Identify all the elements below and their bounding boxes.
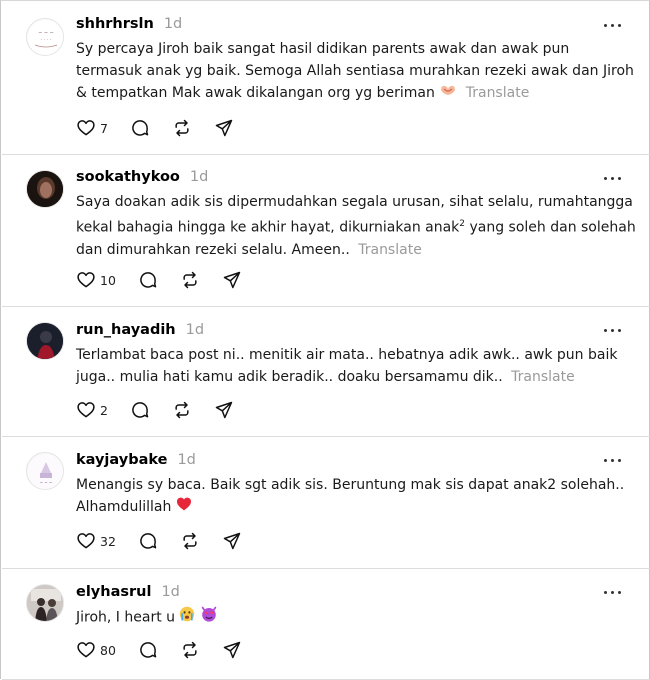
- like-count: 32: [100, 533, 116, 549]
- send-paper-plane-icon: [223, 271, 241, 289]
- reply-button[interactable]: [138, 640, 158, 660]
- avatar[interactable]: [26, 584, 64, 622]
- svg-text:· · · ·: · · · ·: [40, 37, 52, 43]
- like-button[interactable]: 80: [76, 640, 116, 660]
- svg-text:~ ~ ~: ~ ~ ~: [38, 30, 54, 36]
- post-time: 1d: [163, 16, 183, 32]
- translate-link[interactable]: Translate: [511, 369, 575, 385]
- username-text[interactable]: shhrhrsln: [76, 16, 154, 32]
- heart-outline-icon: [77, 120, 95, 136]
- reply-button[interactable]: [130, 118, 150, 138]
- reply-button[interactable]: [138, 270, 158, 290]
- comment-text: Sy percaya Jiroh baik sangat hasil didik…: [76, 38, 636, 104]
- translate-link[interactable]: Translate: [466, 85, 530, 101]
- red-heart-emoji: [176, 496, 192, 518]
- username-text[interactable]: sookathykoo: [76, 169, 180, 185]
- comment-bubble-icon: [140, 533, 157, 549]
- reply-button[interactable]: [138, 531, 158, 551]
- username[interactable]: shhrhrsln 1d: [76, 16, 182, 32]
- more-options-icon[interactable]: [604, 23, 622, 29]
- like-count: 80: [100, 642, 116, 658]
- heart-outline-icon: [77, 642, 95, 658]
- like-button[interactable]: 2: [76, 400, 108, 420]
- comment-text: Jiroh, I heart u: [76, 606, 636, 629]
- like-button[interactable]: 10: [76, 270, 116, 290]
- username[interactable]: kayjaybake 1d: [76, 452, 196, 468]
- repost-arrows-icon: [183, 271, 197, 289]
- share-button[interactable]: [222, 270, 242, 290]
- reply-button[interactable]: [130, 400, 150, 420]
- comment-bubble-icon: [132, 402, 149, 418]
- send-paper-plane-icon: [223, 641, 241, 659]
- comment-post: sookathykoo 1d Saya doakan adik sis diper…: [2, 155, 650, 307]
- crying-face-emoji: [179, 606, 195, 629]
- more-options-icon[interactable]: [604, 458, 622, 464]
- repost-arrows-icon: [183, 532, 197, 550]
- heart-outline-icon: [77, 533, 95, 549]
- share-button[interactable]: [222, 531, 242, 551]
- avatar[interactable]: [26, 322, 64, 360]
- avatar[interactable]: ~ ~ ~: [26, 452, 64, 490]
- post-time: 1d: [177, 452, 196, 468]
- action-bar: 10: [76, 269, 264, 291]
- share-button[interactable]: [214, 400, 234, 420]
- comment-bubble-icon: [140, 272, 157, 288]
- repost-button[interactable]: [180, 531, 200, 551]
- repost-button[interactable]: [172, 400, 192, 420]
- action-bar: 2: [76, 399, 256, 421]
- post-time: 1d: [185, 322, 205, 338]
- username-text[interactable]: run_hayadih: [76, 322, 176, 338]
- like-button[interactable]: 32: [76, 531, 116, 551]
- heart-hands-emoji: [439, 82, 457, 104]
- more-options-icon[interactable]: [604, 176, 622, 182]
- post-time: 1d: [161, 584, 180, 600]
- repost-button[interactable]: [172, 118, 192, 138]
- repost-arrows-icon: [175, 119, 189, 137]
- like-count: 10: [100, 272, 116, 288]
- send-paper-plane-icon: [215, 401, 233, 419]
- comment-bubble-icon: [140, 642, 157, 658]
- repost-button[interactable]: [180, 270, 200, 290]
- action-bar: 7: [76, 117, 256, 139]
- username[interactable]: run_hayadih 1d: [76, 322, 204, 338]
- share-button[interactable]: [214, 118, 234, 138]
- like-count: 2: [100, 402, 108, 418]
- username[interactable]: sookathykoo 1d: [76, 169, 208, 185]
- send-paper-plane-icon: [223, 532, 241, 550]
- username-text[interactable]: elyhasrul: [76, 584, 151, 600]
- username-text[interactable]: kayjaybake: [76, 452, 167, 468]
- comment-post: ~ ~ ~ · · · · shhrhrsln 1d Sy percaya Jir…: [2, 1, 650, 155]
- heart-outline-icon: [77, 402, 95, 418]
- like-count: 7: [100, 120, 108, 136]
- more-options-icon[interactable]: [604, 328, 622, 334]
- heart-eyes-devil-emoji: [200, 606, 218, 629]
- comment-text: Saya doakan adik sis dipermudahkan segal…: [76, 194, 636, 258]
- comment-list: ~ ~ ~ · · · · shhrhrsln 1d Sy percaya Jir…: [0, 0, 650, 680]
- comment-post: elyhasrul 1d Jiroh, I heart u 80: [2, 569, 650, 680]
- avatar[interactable]: [26, 170, 64, 208]
- svg-text:~ ~ ~: ~ ~ ~: [40, 480, 53, 485]
- more-options-icon[interactable]: [604, 590, 622, 596]
- heart-outline-icon: [77, 272, 95, 288]
- comment-post: ~ ~ ~ kayjaybake 1d Menangis sy baca. Bai…: [2, 437, 650, 569]
- translate-link[interactable]: Translate: [358, 242, 422, 258]
- avatar[interactable]: ~ ~ ~ · · · ·: [26, 18, 64, 56]
- comment-post: run_hayadih 1d Terlambat baca post ni.. m…: [2, 307, 650, 437]
- comment-text: Terlambat baca post ni.. menitik air mat…: [76, 347, 618, 385]
- username[interactable]: elyhasrul 1d: [76, 584, 180, 600]
- post-time: 1d: [189, 169, 209, 185]
- repost-arrows-icon: [175, 401, 189, 419]
- like-button[interactable]: 7: [76, 118, 108, 138]
- repost-arrows-icon: [183, 641, 197, 659]
- action-bar: 32: [76, 530, 264, 552]
- repost-button[interactable]: [180, 640, 200, 660]
- send-paper-plane-icon: [215, 119, 233, 137]
- comment-bubble-icon: [132, 120, 149, 136]
- share-button[interactable]: [222, 640, 242, 660]
- comment-text: Menangis sy baca. Baik sgt adik sis. Ber…: [76, 474, 636, 518]
- action-bar: 80: [76, 639, 264, 661]
